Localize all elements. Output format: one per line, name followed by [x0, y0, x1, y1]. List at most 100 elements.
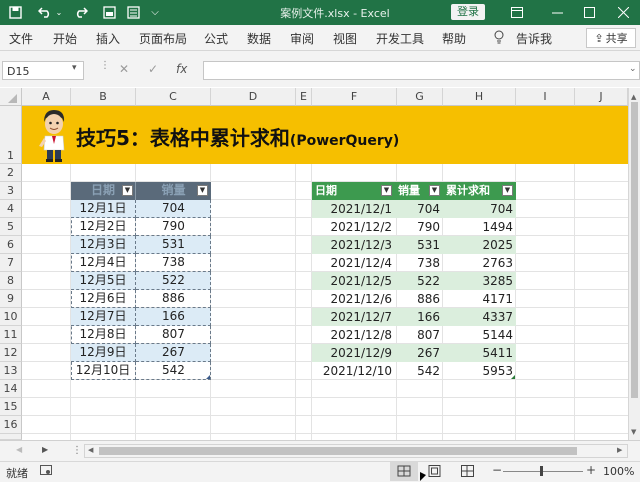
- table-cell[interactable]: 2025: [443, 236, 513, 254]
- column-header-h[interactable]: H: [443, 88, 516, 106]
- page-layout-view-icon[interactable]: [428, 465, 442, 480]
- table-cell[interactable]: 738: [136, 254, 211, 272]
- macro-record-icon[interactable]: [40, 465, 52, 479]
- row-header[interactable]: 6: [0, 236, 22, 254]
- ribbon-display-icon[interactable]: [502, 0, 532, 25]
- zoom-slider[interactable]: [503, 471, 583, 472]
- row-header[interactable]: 14: [0, 380, 22, 398]
- table-resize-handle[interactable]: [511, 375, 515, 379]
- table-cell[interactable]: 2021/12/8: [312, 326, 392, 344]
- tab-insert[interactable]: 插入: [96, 30, 120, 47]
- table-cell[interactable]: 166: [397, 308, 440, 326]
- table-cell[interactable]: 704: [443, 200, 513, 218]
- lightbulb-icon[interactable]: [494, 30, 504, 47]
- save-icon[interactable]: [6, 3, 24, 21]
- row-header[interactable]: 11: [0, 326, 22, 344]
- table-cell[interactable]: 2021/12/7: [312, 308, 392, 326]
- table-cell[interactable]: 790: [136, 218, 211, 236]
- table-cell[interactable]: 12月6日: [71, 290, 136, 308]
- table-cell[interactable]: 522: [397, 272, 440, 290]
- view-icon[interactable]: [100, 3, 118, 21]
- undo-icon[interactable]: [36, 3, 54, 21]
- scroll-down-icon[interactable]: ▼: [631, 428, 636, 436]
- scroll-left-icon[interactable]: ◀: [88, 446, 93, 454]
- row-header[interactable]: 16: [0, 416, 22, 434]
- filter-dropdown-icon[interactable]: ▼: [502, 185, 513, 196]
- column-header-f[interactable]: F: [312, 88, 397, 106]
- table-cell[interactable]: 738: [397, 254, 440, 272]
- column-header-e[interactable]: E: [296, 88, 312, 106]
- filter-dropdown-icon[interactable]: ▼: [122, 185, 133, 196]
- table-cell[interactable]: 166: [136, 308, 211, 326]
- table-cell[interactable]: 4171: [443, 290, 513, 308]
- zoom-out-icon[interactable]: −: [492, 463, 502, 477]
- table-cell[interactable]: 5411: [443, 344, 513, 362]
- table-cell[interactable]: 807: [136, 326, 211, 344]
- tab-help[interactable]: 帮助: [442, 30, 466, 47]
- table-cell[interactable]: 12月2日: [71, 218, 136, 236]
- column-header-a[interactable]: A: [22, 88, 71, 106]
- row-header[interactable]: 9: [0, 290, 22, 308]
- table-cell[interactable]: 542: [136, 362, 211, 380]
- tab-home[interactable]: 开始: [53, 30, 77, 47]
- row-header[interactable]: 5: [0, 218, 22, 236]
- close-icon[interactable]: [608, 0, 638, 25]
- table-cell[interactable]: 2021/12/10: [312, 362, 392, 380]
- tell-me-box[interactable]: 告诉我: [516, 30, 552, 47]
- filter-dropdown-icon[interactable]: ▼: [197, 185, 208, 196]
- horizontal-scrollbar[interactable]: ◀ ▶: [84, 444, 628, 458]
- table-cell[interactable]: 12月7日: [71, 308, 136, 326]
- table-cell[interactable]: 2021/12/2: [312, 218, 392, 236]
- table-cell[interactable]: 2021/12/1: [312, 200, 392, 218]
- login-button[interactable]: 登录: [451, 4, 485, 20]
- page-break-view-icon[interactable]: [461, 465, 475, 480]
- scroll-thumb[interactable]: [631, 102, 638, 398]
- row-header[interactable]: 2: [0, 164, 22, 182]
- more-options-icon[interactable]: ⋮: [72, 445, 82, 456]
- share-button[interactable]: ⇪ 共享: [586, 28, 636, 48]
- zoom-level[interactable]: 100%: [603, 465, 634, 478]
- table-cell[interactable]: 12月5日: [71, 272, 136, 290]
- tab-formulas[interactable]: 公式: [204, 30, 228, 47]
- tab-view[interactable]: 视图: [333, 30, 357, 47]
- row-header[interactable]: 7: [0, 254, 22, 272]
- next-sheet-icon[interactable]: ▶: [42, 445, 48, 454]
- column-header-c[interactable]: C: [136, 88, 211, 106]
- column-header-i[interactable]: I: [516, 88, 575, 106]
- table-cell[interactable]: 267: [136, 344, 211, 362]
- table-cell[interactable]: 2021/12/6: [312, 290, 392, 308]
- table-cell[interactable]: 5953: [443, 362, 513, 380]
- tab-page-layout[interactable]: 页面布局: [139, 30, 187, 47]
- insert-function-icon[interactable]: fx: [176, 62, 187, 76]
- table-cell[interactable]: 12月8日: [71, 326, 136, 344]
- expand-formula-icon[interactable]: ⌄: [629, 64, 637, 74]
- vertical-scrollbar[interactable]: ▲ ▼: [628, 88, 640, 440]
- table-cell[interactable]: 522: [136, 272, 211, 290]
- table-cell[interactable]: 5144: [443, 326, 513, 344]
- table-cell[interactable]: 3285: [443, 272, 513, 290]
- table-cell[interactable]: 267: [397, 344, 440, 362]
- normal-view-button[interactable]: [390, 462, 418, 481]
- table-cell[interactable]: 2021/12/5: [312, 272, 392, 290]
- row-header[interactable]: 3: [0, 182, 22, 200]
- table-resize-handle[interactable]: [206, 375, 210, 379]
- table-cell[interactable]: 531: [136, 236, 211, 254]
- row-header[interactable]: 10: [0, 308, 22, 326]
- zoom-in-icon[interactable]: +: [586, 463, 596, 477]
- row-header[interactable]: 12: [0, 344, 22, 362]
- table-cell[interactable]: 531: [397, 236, 440, 254]
- select-all-corner[interactable]: [0, 88, 22, 106]
- cancel-icon[interactable]: ✕: [119, 62, 129, 76]
- filter-dropdown-icon[interactable]: ▼: [429, 185, 440, 196]
- row-header[interactable]: 8: [0, 272, 22, 290]
- table-cell[interactable]: 12月3日: [71, 236, 136, 254]
- table-cell[interactable]: 886: [397, 290, 440, 308]
- column-header-j[interactable]: J: [575, 88, 628, 106]
- table-cell[interactable]: 12月9日: [71, 344, 136, 362]
- formula-input[interactable]: [203, 61, 640, 80]
- scroll-right-icon[interactable]: ▶: [617, 446, 622, 454]
- tab-review[interactable]: 审阅: [290, 30, 314, 47]
- row-header[interactable]: 4: [0, 200, 22, 218]
- row-header[interactable]: 15: [0, 398, 22, 416]
- table-cell[interactable]: 4337: [443, 308, 513, 326]
